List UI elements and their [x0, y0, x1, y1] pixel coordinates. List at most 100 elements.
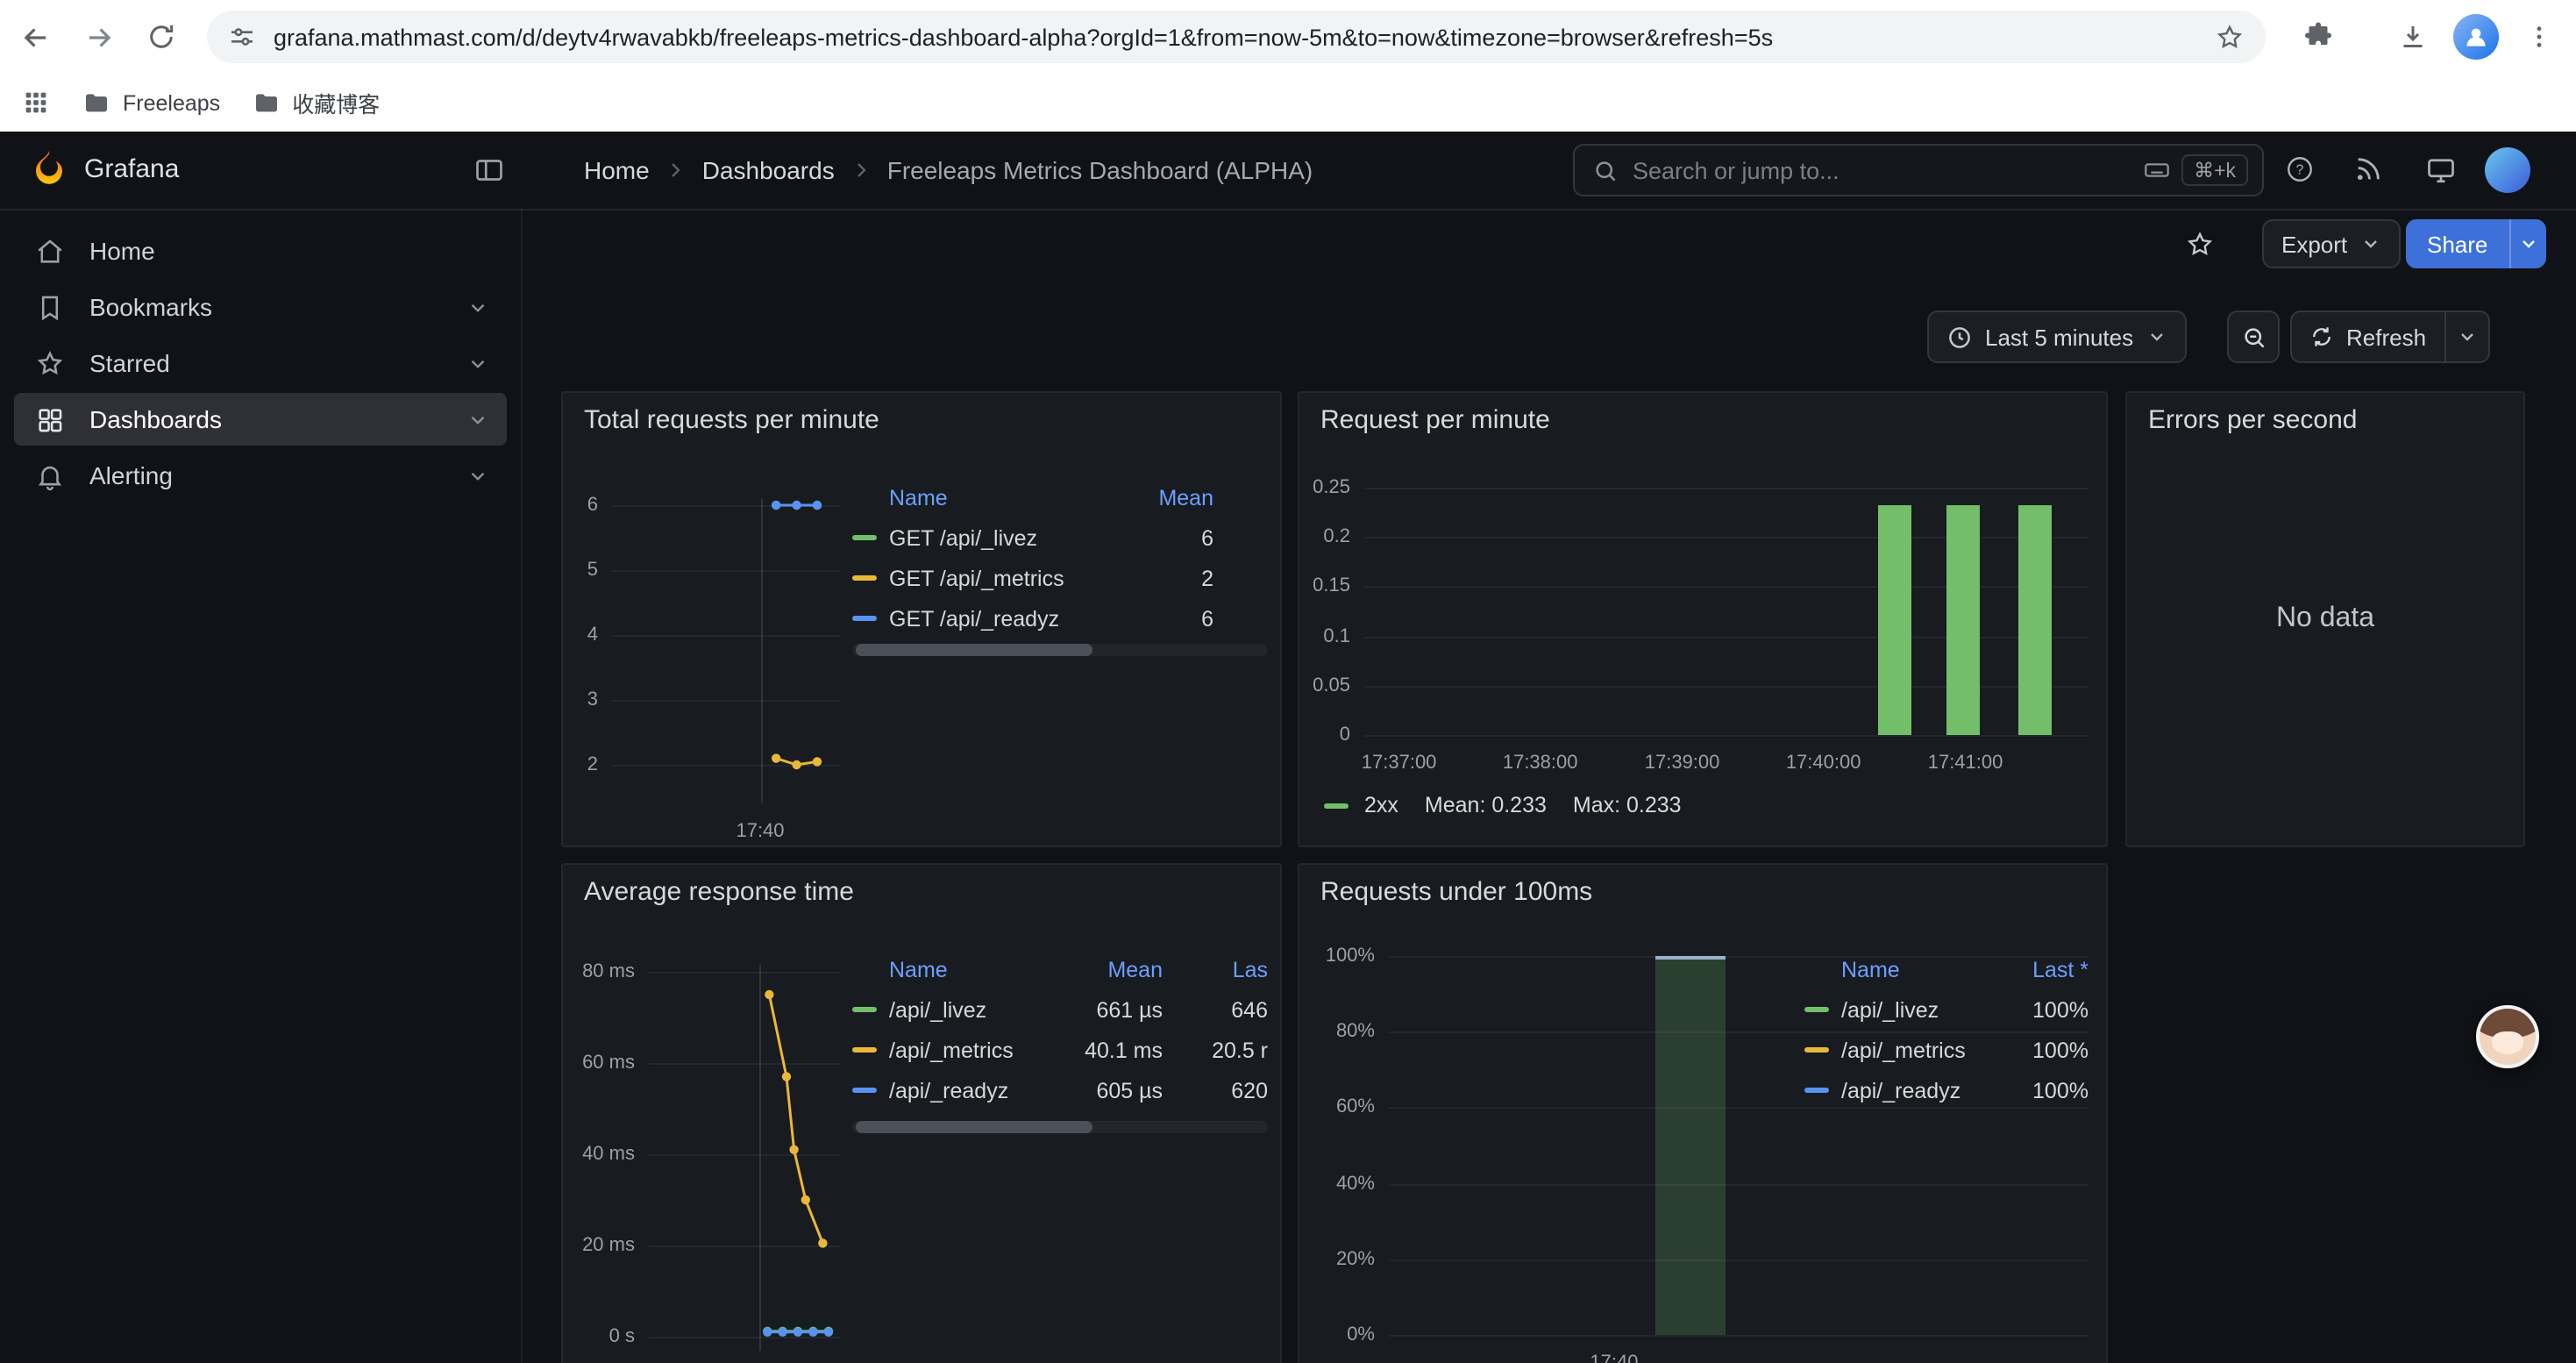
legend-header-col[interactable]: Mean: [1078, 957, 1163, 981]
monitor-icon[interactable]: [2425, 154, 2457, 186]
scrollbar-thumb[interactable]: [856, 1121, 1092, 1133]
news-rss-icon[interactable]: [2353, 154, 2383, 184]
time-range-picker[interactable]: Last 5 minutes: [1927, 310, 2186, 363]
legend-row[interactable]: /api/_metrics40.1 ms20.5 r: [852, 1030, 1268, 1070]
panel-title[interactable]: Request per minute: [1320, 405, 1550, 435]
search-input[interactable]: Search or jump to... ⌘+k: [1573, 144, 2264, 196]
legend-header-name[interactable]: Name: [1804, 957, 2001, 981]
favorite-star-icon[interactable]: [2185, 230, 2215, 260]
legend-row[interactable]: GET /api/_livez6: [852, 517, 1213, 558]
sidebar-item-alerting[interactable]: Alerting: [14, 449, 507, 502]
download-icon[interactable]: [2392, 16, 2434, 58]
bookmark-star-icon[interactable]: [2215, 22, 2245, 52]
export-button[interactable]: Export: [2262, 219, 2400, 268]
legend-scrollbar[interactable]: [852, 1121, 1268, 1133]
chevron-down-icon[interactable]: [466, 352, 489, 375]
chevron-down-icon[interactable]: [466, 296, 489, 318]
legend-header-col[interactable]: Mean: [1143, 485, 1213, 510]
share-menu-caret[interactable]: [2508, 219, 2545, 268]
series-swatch: [1804, 1047, 1829, 1053]
keyboard-icon: [2143, 156, 2171, 184]
home-icon: [35, 236, 65, 266]
series-name: GET /api/_readyz: [889, 606, 1059, 631]
breadcrumb-dashboards[interactable]: Dashboards: [702, 156, 835, 184]
legend-row[interactable]: /api/_livez661 µs646: [852, 989, 1268, 1030]
series-swatch: [852, 1047, 877, 1053]
line-chart[interactable]: 80 ms60 ms40 ms20 ms0 s17:40: [563, 958, 840, 1363]
search-icon: [1592, 157, 1619, 183]
assistant-avatar[interactable]: [2476, 1005, 2539, 1068]
share-button[interactable]: Share: [2406, 219, 2508, 268]
chart-legend[interactable]: 2xx Mean: 0.233 Max: 0.233: [1324, 793, 1682, 817]
legend-row[interactable]: /api/_livez100%: [1804, 989, 2089, 1030]
panel-title[interactable]: Total requests per minute: [584, 405, 879, 435]
bell-icon: [35, 460, 65, 490]
bar: [2017, 504, 2051, 735]
gridline: [1389, 1335, 2089, 1337]
panel-title[interactable]: Average response time: [584, 877, 854, 907]
legend-scrollbar[interactable]: [852, 644, 1268, 656]
series-value: 6: [1143, 525, 1213, 550]
series-value: 40.1 ms: [1078, 1038, 1163, 1062]
series-value: 605 µs: [1078, 1078, 1163, 1103]
legend-header-col[interactable]: Las: [1163, 957, 1268, 981]
url-text[interactable]: grafana.mathmast.com/d/deytv4rwavabkb/fr…: [274, 24, 2215, 50]
help-icon[interactable]: ?: [2285, 154, 2315, 184]
legend-header-col[interactable]: Last *: [2001, 957, 2089, 981]
extensions-icon[interactable]: [2297, 16, 2339, 58]
series-value: 646: [1163, 997, 1268, 1022]
browser-profile-avatar[interactable]: [2453, 14, 2499, 60]
grafana-brand[interactable]: Grafana: [84, 154, 179, 184]
line-chart[interactable]: 6543217:40: [573, 491, 840, 847]
refresh-interval-caret[interactable]: [2444, 312, 2487, 361]
user-avatar[interactable]: [2485, 147, 2530, 193]
address-bar[interactable]: grafana.mathmast.com/d/deytv4rwavabkb/fr…: [207, 11, 2266, 63]
apps-grid-icon[interactable]: [21, 88, 51, 118]
chevron-down-icon[interactable]: [466, 408, 489, 431]
refresh-button[interactable]: Refresh: [2292, 312, 2444, 361]
legend-row[interactable]: /api/_readyz605 µs620: [852, 1070, 1268, 1110]
sidebar-item-home[interactable]: Home: [14, 225, 507, 277]
legend-header-name[interactable]: Name: [852, 957, 1078, 981]
site-settings-icon[interactable]: [228, 23, 256, 51]
legend-row[interactable]: /api/_readyz100%: [1804, 1070, 2089, 1110]
legend-row[interactable]: /api/_metrics100%: [1804, 1030, 2089, 1070]
bar: [1946, 504, 1980, 735]
screen: grafana.mathmast.com/d/deytv4rwavabkb/fr…: [0, 0, 2576, 1363]
back-icon[interactable]: [14, 16, 56, 58]
sidebar: Home Bookmarks Starred Dashboards Alerti…: [0, 209, 523, 1363]
forward-icon[interactable]: [77, 16, 119, 58]
legend-header: NameLast *: [1804, 949, 2089, 989]
legend-mean: Mean: 0.233: [1425, 793, 1547, 817]
bookmark-folder-blogs[interactable]: 收藏博客: [252, 86, 380, 119]
series-value: 2: [1143, 566, 1213, 590]
legend-row[interactable]: GET /api/_readyz 6: [852, 598, 1213, 639]
legend-row[interactable]: GET /api/_metrics 2: [852, 558, 1213, 598]
zoom-out-time-button[interactable]: [2227, 310, 2280, 363]
chevron-right-icon: [665, 160, 687, 181]
series-name: /api/_readyz: [889, 1078, 1008, 1103]
legend-header-name[interactable]: Name: [852, 485, 1143, 510]
grafana-logo-icon[interactable]: [28, 149, 70, 191]
x-axis-tick: 17:37:00: [1329, 751, 1469, 775]
breadcrumb-home[interactable]: Home: [584, 156, 650, 184]
y-axis-tick: 0.25: [1299, 475, 1350, 500]
gridline: [1389, 1183, 2089, 1185]
sidebar-item-dashboards[interactable]: Dashboards: [14, 393, 507, 446]
series-value: 20.5 r: [1163, 1038, 1268, 1062]
sidebar-item-starred[interactable]: Starred: [14, 337, 507, 389]
sidebar-item-bookmarks[interactable]: Bookmarks: [14, 281, 507, 333]
dock-sidebar-icon[interactable]: [473, 154, 505, 186]
kebab-menu-icon[interactable]: [2518, 16, 2560, 58]
series-value: 6: [1143, 606, 1213, 631]
panel-title[interactable]: Requests under 100ms: [1320, 877, 1592, 907]
bookmark-folder-freeleaps[interactable]: Freeleaps: [82, 89, 220, 117]
series-name: GET /api/_metrics: [889, 566, 1064, 590]
chevron-down-icon: [2359, 233, 2380, 254]
series-name[interactable]: 2xx: [1364, 793, 1398, 817]
scrollbar-thumb[interactable]: [856, 644, 1092, 656]
bar-chart[interactable]: 0.250.20.150.10.05017:37:0017:38:0017:39…: [1299, 474, 2089, 784]
reload-icon[interactable]: [140, 16, 182, 58]
bar: [1878, 504, 1911, 735]
chevron-down-icon[interactable]: [466, 464, 489, 487]
